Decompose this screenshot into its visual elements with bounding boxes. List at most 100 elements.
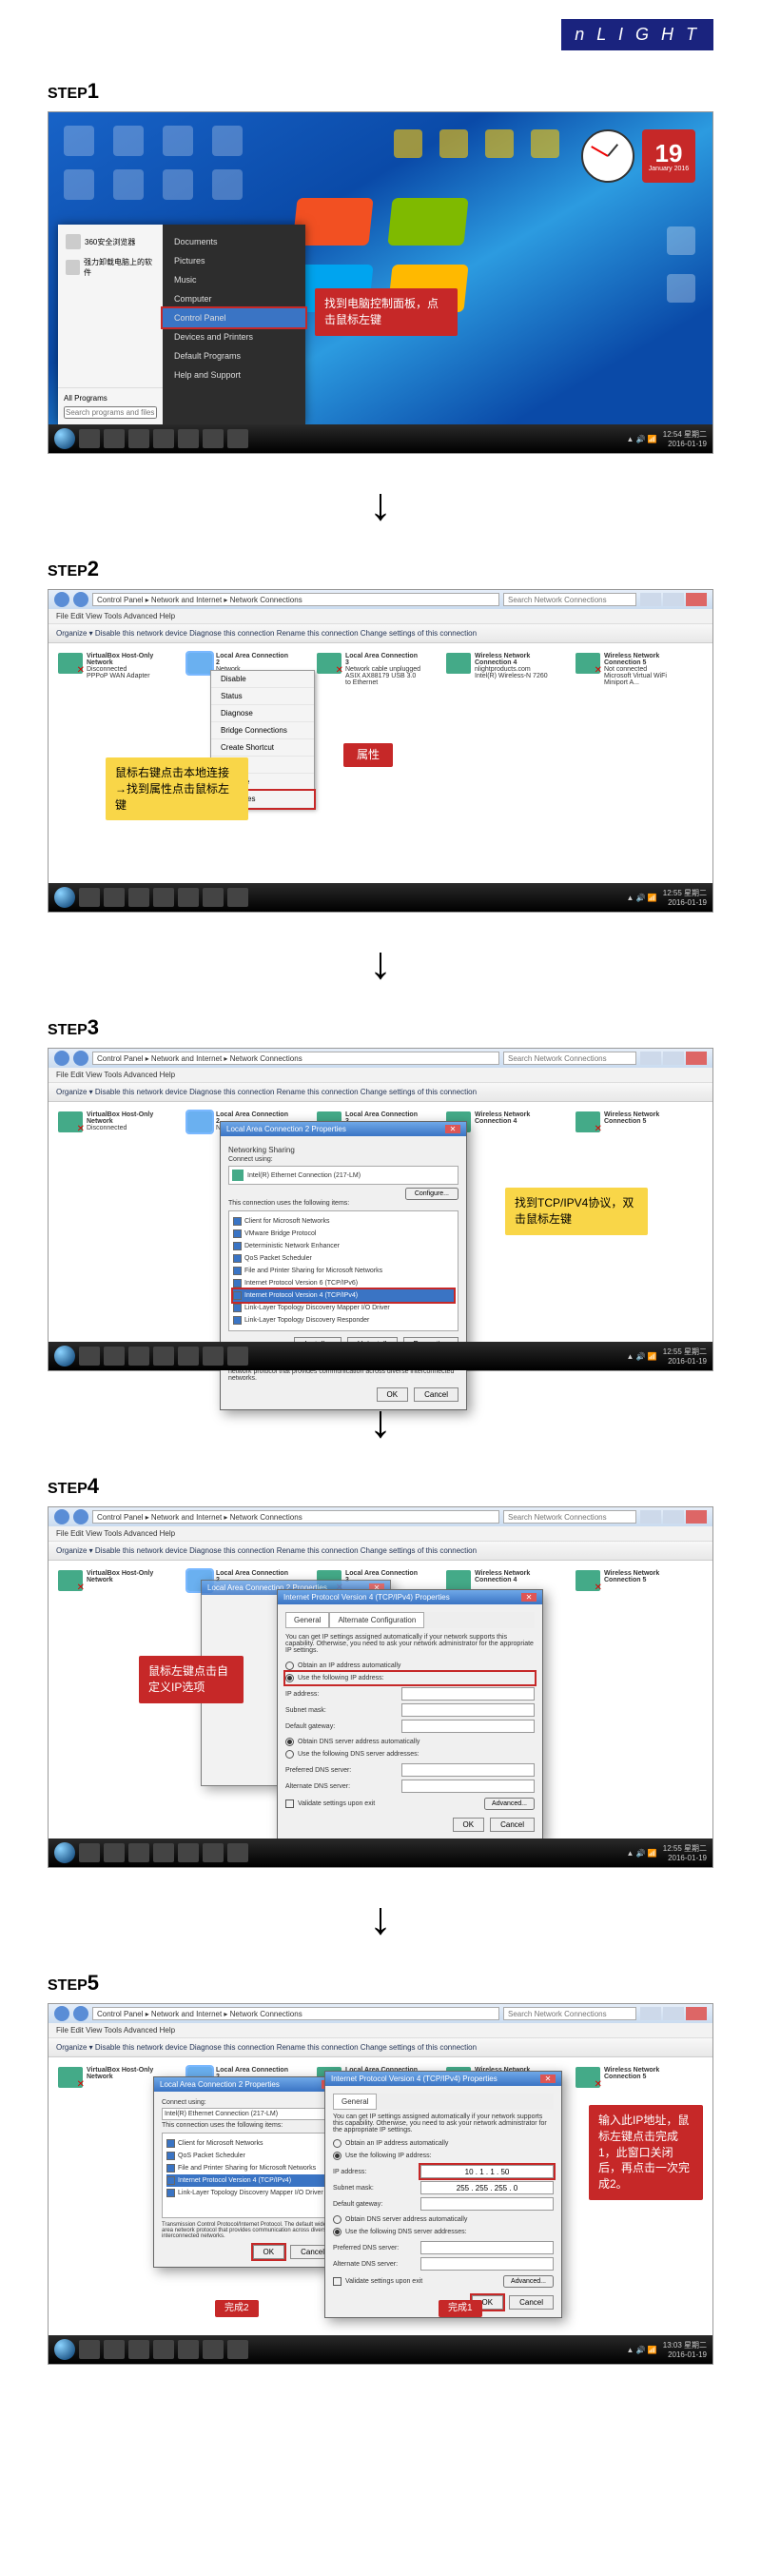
adapter-item[interactable]: Local Area Connection 3Network cable unp… — [317, 653, 421, 686]
radio-auto-ip[interactable]: Obtain an IP address automatically — [285, 1660, 535, 1672]
step-3-label: STEP3 — [48, 1015, 713, 1040]
ctx-item[interactable]: Status — [211, 688, 314, 705]
arrow-down-icon: ↓ — [48, 482, 713, 528]
menu-bar[interactable]: File Edit View Tools Advanced Help — [49, 609, 712, 624]
radio-auto-dns[interactable]: Obtain DNS server address automatically — [285, 1736, 535, 1748]
desktop-icons-right — [667, 226, 695, 303]
desktop-icons — [64, 126, 248, 200]
ip-input[interactable] — [420, 2165, 554, 2178]
ctx-item[interactable]: Diagnose — [211, 705, 314, 722]
adapter-item[interactable]: Wireless Network Connection 5Not connect… — [576, 653, 680, 686]
system-tray[interactable]: ▲ 🔊 📶12:54 星期二 2016-01-19 — [626, 429, 707, 448]
all-programs[interactable]: All Programs — [64, 394, 157, 403]
nav-back-icon[interactable] — [54, 1051, 69, 1066]
ipv4-properties-dialog[interactable]: Internet Protocol Version 4 (TCP/IPv4) P… — [277, 1589, 543, 1840]
step4-callout: 鼠标左键点击自定义IP选项 — [139, 1656, 244, 1703]
label: You can get IP settings assigned automat… — [285, 1634, 535, 1654]
configure-button[interactable]: Configure... — [405, 1188, 459, 1200]
close-icon[interactable]: ✕ — [445, 1125, 460, 1133]
ok-button[interactable]: OK — [377, 1387, 409, 1402]
clock-calendar-gadget: 19 January 2016 — [581, 129, 695, 183]
start-link[interactable]: Documents — [163, 232, 305, 251]
ipv4-properties-dialog[interactable]: Internet Protocol Version 4 (TCP/IPv4) P… — [324, 2071, 562, 2318]
step1-screenshot: 19 January 2016 360安全浏览器 强力卸载电脑上的软件 All … — [48, 111, 713, 454]
gateway-input[interactable] — [420, 2197, 554, 2211]
adapter-item[interactable]: Wireless Network Connection 4nlightprodu… — [446, 653, 551, 686]
nav-fwd-icon[interactable] — [73, 592, 88, 607]
dialog-title: Internet Protocol Version 4 (TCP/IPv4) P… — [283, 1593, 450, 1602]
nic-name: Intel(R) Ethernet Connection (217-LM) — [247, 1172, 361, 1179]
step3-callout: 找到TCP/IPV4协议，双击鼠标左键 — [505, 1188, 648, 1235]
start-link[interactable]: Help and Support — [163, 365, 305, 384]
ok-button-2[interactable]: OK — [253, 2245, 285, 2259]
ctx-item[interactable]: Disable — [211, 671, 314, 688]
start-item[interactable]: 360安全浏览器 — [64, 230, 157, 253]
nav-fwd-icon[interactable] — [73, 1051, 88, 1066]
arrow-down-icon: ↓ — [48, 941, 713, 987]
ctx-item[interactable]: Bridge Connections — [211, 722, 314, 739]
step5-callout: 输入此IP地址，鼠标左键点击完成1，此窗口关闭后，再点击一次完成2。 — [589, 2105, 703, 2200]
done1-label: 完成1 — [439, 2300, 482, 2317]
brand-logo: n L I G H T — [561, 19, 713, 50]
gateway-input[interactable] — [401, 1720, 535, 1733]
ip-input[interactable] — [401, 1687, 535, 1701]
step2-callout-red: 属性 — [343, 743, 393, 767]
start-link[interactable]: Devices and Printers — [163, 327, 305, 346]
nav-back-icon[interactable] — [54, 592, 69, 607]
step1-callout: 找到电脑控制面板，点击鼠标左键 — [315, 288, 458, 336]
search-input[interactable] — [503, 593, 636, 606]
start-link[interactable]: Music — [163, 270, 305, 289]
step2-screenshot: Control Panel ▸ Network and Internet ▸ N… — [48, 589, 713, 913]
step-4-label: STEP4 — [48, 1474, 713, 1499]
dialog-tabs[interactable]: Networking Sharing — [228, 1144, 459, 1156]
start-menu[interactable]: 360安全浏览器 强力卸载电脑上的软件 All Programs Documen… — [58, 225, 305, 424]
label: This connection uses the following items… — [228, 1200, 459, 1207]
dialog-title: Local Area Connection 2 Properties — [226, 1125, 346, 1133]
start-link[interactable]: Pictures — [163, 251, 305, 270]
protocol-list[interactable]: Client for Microsoft Networks VMware Bri… — [228, 1210, 459, 1331]
advanced-button[interactable]: Advanced... — [503, 2275, 554, 2288]
close-icon[interactable]: ✕ — [521, 1593, 537, 1602]
breadcrumb[interactable]: Control Panel ▸ Network and Internet ▸ N… — [92, 593, 499, 606]
arrow-down-icon: ↓ — [48, 1897, 713, 1942]
toolbar[interactable]: Organize ▾ Disable this network device D… — [49, 624, 712, 643]
start-link[interactable]: Default Programs — [163, 346, 305, 365]
taskbar[interactable]: ▲ 🔊 📶12:54 星期二 2016-01-19 — [49, 424, 712, 453]
start-control-panel[interactable]: Control Panel — [163, 308, 305, 327]
step3-screenshot: Control Panel ▸ Network and Internet ▸ N… — [48, 1048, 713, 1371]
start-orb-icon[interactable] — [54, 887, 75, 908]
close-icon[interactable]: ✕ — [540, 2075, 556, 2083]
window-buttons[interactable] — [640, 593, 707, 606]
ok-button[interactable]: OK — [453, 1818, 485, 1832]
adapter-item[interactable]: VirtualBox Host-Only NetworkDisconnected… — [58, 653, 163, 686]
advanced-button[interactable]: Advanced... — [484, 1798, 535, 1810]
start-orb-icon[interactable] — [54, 428, 75, 449]
step-5-label: STEP5 — [48, 1971, 713, 1996]
step-1-label: STEP1 — [48, 79, 713, 104]
cancel-button[interactable]: Cancel — [414, 1387, 459, 1402]
toolbar[interactable]: Organize ▾ Disable this network device D… — [49, 1083, 712, 1102]
radio-manual-ip[interactable]: Use the following IP address: — [285, 1672, 535, 1684]
tcp-ipv4-item[interactable]: Internet Protocol Version 4 (TCP/IPv4) — [233, 1289, 454, 1302]
dns1-input[interactable] — [401, 1763, 535, 1777]
cancel-button[interactable]: Cancel — [490, 1818, 535, 1832]
menu-bar[interactable]: File Edit View Tools Advanced Help — [49, 1068, 712, 1083]
tab-alt[interactable]: Alternate Configuration — [329, 1612, 424, 1628]
start-link[interactable]: Computer — [163, 289, 305, 308]
ctx-item[interactable]: Create Shortcut — [211, 739, 314, 757]
label: Connect using: — [228, 1156, 459, 1163]
search-input[interactable] — [503, 1052, 636, 1065]
radio-manual-dns[interactable]: Use the following DNS server addresses: — [285, 1748, 535, 1760]
start-search-input[interactable] — [64, 406, 157, 419]
calendar-gadget: 19 January 2016 — [642, 129, 695, 183]
mask-input[interactable] — [420, 2181, 554, 2194]
mask-input[interactable] — [401, 1703, 535, 1717]
dns2-input[interactable] — [401, 1780, 535, 1793]
tab-general[interactable]: General — [285, 1612, 329, 1628]
breadcrumb[interactable]: Control Panel ▸ Network and Internet ▸ N… — [92, 1052, 499, 1065]
step4-screenshot: Control Panel ▸ Network and Internet ▸ N… — [48, 1506, 713, 1868]
taskbar[interactable]: ▲ 🔊 📶12:55 星期二 2016-01-19 — [49, 883, 712, 912]
cancel-button[interactable]: Cancel — [509, 2295, 554, 2310]
start-item[interactable]: 强力卸载电脑上的软件 — [64, 253, 157, 282]
done2-label: 完成2 — [215, 2300, 259, 2317]
